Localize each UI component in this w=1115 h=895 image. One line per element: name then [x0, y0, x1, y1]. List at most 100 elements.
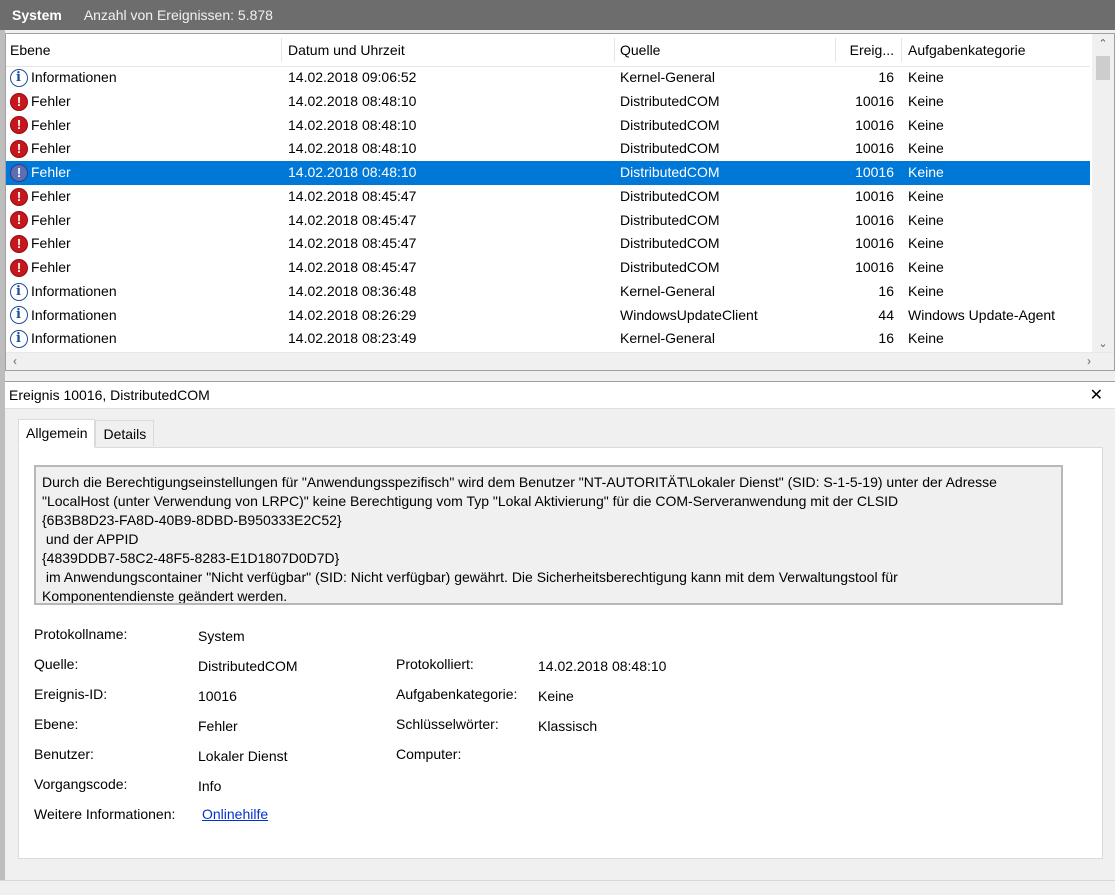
- column-header-source[interactable]: Quelle: [615, 34, 836, 66]
- horizontal-scrollbar[interactable]: ‹ ›: [6, 352, 1114, 370]
- cell-source: DistributedCOM: [620, 140, 720, 157]
- tab-allgemein[interactable]: Allgemein: [18, 419, 96, 448]
- cell-level: Informationen: [6, 66, 282, 90]
- detail-tabs: Allgemein Details: [18, 419, 155, 448]
- cell-date: 14.02.2018 08:45:47: [288, 235, 417, 252]
- label-ebene: Ebene:: [34, 716, 79, 732]
- cell-date: 14.02.2018 08:48:10: [288, 92, 417, 109]
- event-row[interactable]: Informationen 14.02.2018 08:36:48 Kernel-G…: [6, 280, 1090, 304]
- event-list[interactable]: Ebene Datum und Uhrzeit Quelle Ereig... …: [5, 33, 1115, 371]
- event-row[interactable]: Fehler 14.02.2018 08:48:10 DistributedCOM 1…: [6, 114, 1090, 138]
- cell-level: Fehler: [6, 209, 282, 233]
- description-line: "LocalHost (unter Verwendung von LRPC)" …: [42, 493, 899, 509]
- error-icon: [10, 116, 28, 135]
- cell-level: Informationen: [6, 304, 282, 328]
- cell-level: Fehler: [6, 137, 282, 161]
- cell-source: DistributedCOM: [620, 164, 720, 180]
- label-schluesselwoerter: Schlüsselwörter:: [396, 716, 499, 732]
- cell-source: Kernel-General: [620, 69, 715, 85]
- cell-category: Keine: [908, 187, 944, 204]
- column-header-level[interactable]: Ebene: [6, 34, 282, 66]
- info-icon: [10, 306, 28, 325]
- description-line: {6B3B8D23-FA8D-40B9-8DBD-B950333E2C52}: [42, 512, 342, 528]
- event-row[interactable]: Informationen 14.02.2018 09:06:52 Kernel-G…: [6, 66, 1090, 90]
- cell-source: DistributedCOM: [620, 187, 720, 204]
- cell-date: 14.02.2018 08:45:47: [288, 187, 417, 204]
- cell-level: Fehler: [6, 256, 282, 280]
- level-text: Informationen: [31, 306, 117, 323]
- scroll-up-arrow-icon[interactable]: ⌃: [1092, 34, 1114, 54]
- cell-category: Keine: [908, 282, 944, 299]
- event-count: Anzahl von Ereignissen: 5.878: [83, 7, 273, 23]
- cell-source: Kernel-General: [620, 330, 715, 347]
- log-titlebar: System Anzahl von Ereignissen: 5.878: [0, 0, 1115, 30]
- cell-source: Kernel-General: [620, 282, 715, 299]
- event-row[interactable]: Fehler 14.02.2018 08:48:10 DistributedCOM 1…: [6, 137, 1090, 161]
- cell-date: 14.02.2018 08:23:49: [288, 330, 417, 347]
- label-aufgabenkategorie: Aufgabenkategorie:: [396, 686, 518, 702]
- scroll-right-arrow-icon[interactable]: ›: [1080, 353, 1098, 370]
- value-ebene: Fehler: [198, 718, 238, 734]
- level-text: Informationen: [31, 282, 117, 299]
- cell-event-id: 10016: [855, 211, 894, 228]
- column-header-event-id[interactable]: Ereig...: [836, 34, 902, 66]
- event-row[interactable]: Fehler 14.02.2018 08:45:47 DistributedCOM 1…: [6, 209, 1090, 233]
- cell-category: Keine: [908, 259, 944, 275]
- value-ereignis-id: 10016: [198, 688, 237, 704]
- cell-category: Keine: [908, 211, 944, 228]
- status-bar: [0, 880, 1115, 895]
- level-text: Fehler: [31, 187, 71, 204]
- event-row[interactable]: Fehler 14.02.2018 08:48:10 DistributedCOM 1…: [6, 161, 1090, 185]
- cell-date: 14.02.2018 08:48:10: [288, 164, 417, 180]
- event-row[interactable]: Fehler 14.02.2018 08:48:10 DistributedCOM 1…: [6, 90, 1090, 114]
- level-text: Fehler: [31, 140, 71, 157]
- cell-category: Keine: [908, 164, 944, 180]
- detail-pane: Allgemein Details Durch die Berechtigung…: [5, 409, 1115, 880]
- detail-title: Ereignis 10016, DistributedCOM: [9, 387, 210, 403]
- cell-level: Fehler: [6, 232, 282, 256]
- value-schluesselwoerter: Klassisch: [538, 718, 598, 734]
- event-rows: Informationen 14.02.2018 09:06:52 Kernel-G…: [6, 66, 1090, 351]
- cell-event-id: 10016: [855, 140, 894, 157]
- cell-event-id: 10016: [855, 92, 894, 109]
- cell-date: 14.02.2018 08:26:29: [288, 306, 417, 323]
- event-description[interactable]: Durch die Berechtigungseinstellungen für…: [34, 465, 1063, 605]
- column-header-date[interactable]: Datum und Uhrzeit: [282, 34, 615, 66]
- event-row[interactable]: Informationen 14.02.2018 08:23:49 Kernel-G…: [6, 327, 1090, 351]
- cell-event-id: 10016: [855, 116, 894, 133]
- event-row[interactable]: Informationen 14.02.2018 08:26:29 WindowsU…: [6, 304, 1090, 328]
- vertical-scrollbar[interactable]: ⌃ ⌄: [1092, 34, 1114, 354]
- event-row[interactable]: Fehler 14.02.2018 08:45:47 DistributedCOM 1…: [6, 232, 1090, 256]
- value-protokollname: System: [198, 628, 245, 644]
- error-icon: [10, 235, 28, 254]
- event-row[interactable]: Fehler 14.02.2018 08:45:47 DistributedCOM 1…: [6, 256, 1090, 280]
- description-line: und der APPID: [42, 531, 139, 547]
- cell-source: DistributedCOM: [620, 259, 720, 275]
- event-row[interactable]: Fehler 14.02.2018 08:45:47 DistributedCOM 1…: [6, 185, 1090, 209]
- onlinehilfe-link[interactable]: Onlinehilfe: [202, 806, 268, 822]
- cell-event-id: 10016: [855, 164, 894, 180]
- value-protokolliert: 14.02.2018 08:48:10: [538, 658, 667, 674]
- close-icon[interactable]: ✕: [1090, 385, 1103, 405]
- cell-level: Fehler: [6, 161, 282, 185]
- cell-event-id: 44: [878, 306, 894, 323]
- label-computer: Computer:: [396, 746, 462, 762]
- description-line: Durch die Berechtigungseinstellungen für…: [42, 474, 997, 490]
- cell-level: Fehler: [6, 185, 282, 209]
- tab-details[interactable]: Details: [95, 420, 155, 446]
- cell-category: Keine: [908, 92, 944, 109]
- label-protokollname: Protokollname:: [34, 626, 128, 642]
- scroll-thumb[interactable]: [1096, 56, 1110, 80]
- cell-event-id: 10016: [855, 259, 894, 275]
- label-benutzer: Benutzer:: [34, 746, 94, 762]
- error-icon: [10, 258, 28, 277]
- cell-event-id: 16: [878, 69, 894, 85]
- scroll-down-arrow-icon[interactable]: ⌄: [1092, 334, 1114, 354]
- cell-source: DistributedCOM: [620, 235, 720, 252]
- scroll-left-arrow-icon[interactable]: ‹: [6, 353, 24, 370]
- info-icon: [10, 282, 28, 301]
- cell-level: Informationen: [6, 280, 282, 304]
- cell-date: 14.02.2018 08:48:10: [288, 140, 417, 157]
- cell-source: DistributedCOM: [620, 211, 720, 228]
- column-header-category[interactable]: Aufgabenkategorie: [902, 34, 1090, 66]
